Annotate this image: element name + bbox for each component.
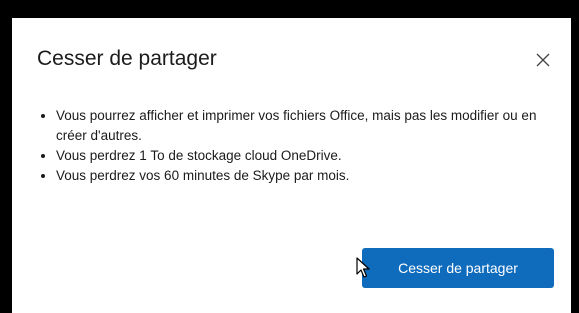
mouse-cursor-icon xyxy=(356,257,370,278)
consequences-list: Vous pourrez afficher et imprimer vos fi… xyxy=(32,106,561,186)
close-button[interactable] xyxy=(529,46,557,74)
list-item: Vous perdrez vos 60 minutes de Skype par… xyxy=(56,166,561,186)
list-item: Vous pourrez afficher et imprimer vos fi… xyxy=(56,106,561,146)
dialog-title: Cesser de partager xyxy=(37,47,217,70)
stop-sharing-button[interactable]: Cesser de partager xyxy=(362,248,554,288)
list-item: Vous perdrez 1 To de stockage cloud OneD… xyxy=(56,146,561,166)
close-icon xyxy=(536,53,550,67)
stop-sharing-dialog: Cesser de partager Vous pourrez afficher… xyxy=(12,18,571,313)
